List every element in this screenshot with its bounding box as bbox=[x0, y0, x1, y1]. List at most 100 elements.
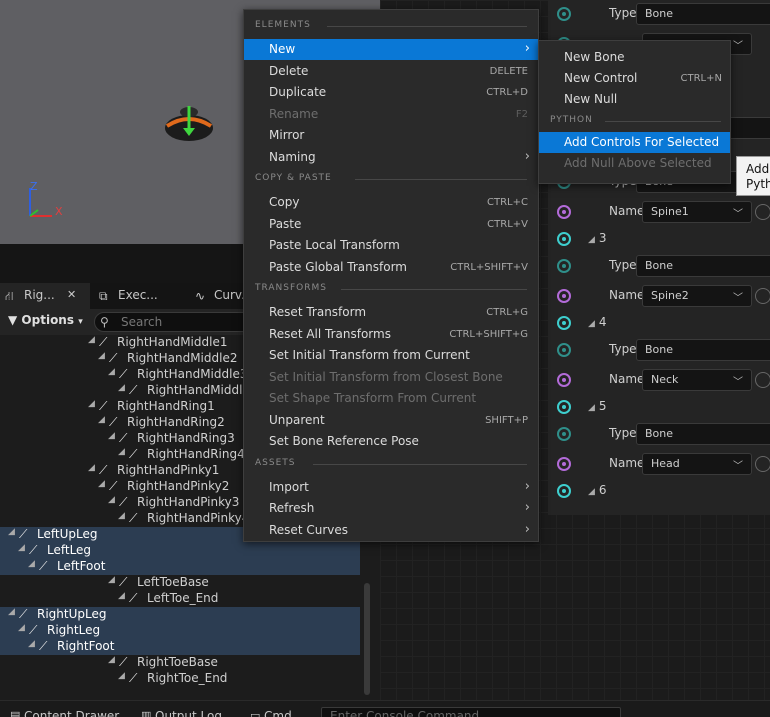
menu-item-paste-global-transform[interactable]: Paste Global Transform CTRL+SHIFT+V bbox=[244, 257, 538, 278]
expand-arrow-icon[interactable]: ◢ bbox=[118, 591, 125, 601]
viewport-mesh[interactable] bbox=[163, 104, 215, 144]
array-index[interactable]: ◢ 5 bbox=[588, 399, 607, 413]
menu-item-naming[interactable]: Naming › bbox=[244, 147, 538, 168]
bone-icon: ⟋ bbox=[129, 671, 138, 685]
submenu-item-new-control[interactable]: New Control CTRL+N bbox=[539, 68, 730, 89]
pin-icon[interactable] bbox=[557, 427, 571, 441]
menu-item-refresh[interactable]: Refresh › bbox=[244, 498, 538, 519]
expand-arrow-icon[interactable]: ◢ bbox=[18, 623, 25, 633]
tree-item-label: RightToeBase bbox=[137, 655, 218, 669]
menu-item-label: Copy bbox=[269, 195, 300, 209]
tree-row[interactable]: ◢ ⟋ RightFoot bbox=[0, 639, 360, 655]
type-dropdown[interactable]: Bone bbox=[636, 339, 770, 361]
output-log-button[interactable]: ▥ Output Log bbox=[141, 709, 222, 717]
expand-arrow-icon[interactable]: ◢ bbox=[28, 639, 35, 649]
menu-item-reset-all-transforms[interactable]: Reset All Transforms CTRL+SHIFT+G bbox=[244, 324, 538, 345]
tree-row[interactable]: ◢ ⟋ LeftLeg bbox=[0, 543, 360, 559]
expand-arrow-icon[interactable]: ◢ bbox=[88, 399, 95, 409]
array-index[interactable]: ◢ 6 bbox=[588, 483, 607, 497]
details-row: Name Neck ﹀ bbox=[548, 368, 770, 392]
expand-arrow-icon[interactable]: ◢ bbox=[108, 575, 115, 585]
pin-icon[interactable] bbox=[557, 484, 571, 498]
options-button[interactable]: ▼ Options ▾ bbox=[8, 313, 83, 327]
tree-row[interactable]: ◢ ⟋ RightToeBase bbox=[0, 655, 360, 671]
menu-item-import[interactable]: Import › bbox=[244, 477, 538, 498]
menu-item-unparent[interactable]: Unparent SHIFT+P bbox=[244, 410, 538, 431]
menu-item-set-bone-reference-pose[interactable]: Set Bone Reference Pose bbox=[244, 431, 538, 452]
submenu-item-new-null[interactable]: New Null bbox=[539, 89, 730, 110]
menu-item-paste-local-transform[interactable]: Paste Local Transform bbox=[244, 235, 538, 256]
tab-rig-hierarchy[interactable]: ⛙ Rig... ✕ bbox=[0, 283, 90, 309]
pin-icon[interactable] bbox=[557, 7, 571, 21]
pin-icon[interactable] bbox=[557, 400, 571, 414]
type-dropdown[interactable]: Bone bbox=[636, 423, 770, 445]
submenu-item-new-bone[interactable]: New Bone bbox=[539, 47, 730, 68]
name-dropdown[interactable]: Spine2 ﹀ bbox=[642, 285, 752, 307]
expand-arrow-icon[interactable]: ◢ bbox=[98, 479, 105, 489]
reset-icon[interactable] bbox=[755, 204, 770, 220]
tree-row[interactable]: ◢ ⟋ RightUpLeg bbox=[0, 607, 360, 623]
reset-icon[interactable] bbox=[755, 456, 770, 472]
tree-item-label: RightLeg bbox=[47, 623, 101, 637]
expand-arrow-icon[interactable]: ◢ bbox=[118, 447, 125, 457]
expand-arrow-icon[interactable]: ◢ bbox=[8, 607, 15, 617]
tree-scrollbar[interactable] bbox=[364, 583, 370, 695]
menu-section-title: TRANSFORMS bbox=[255, 283, 327, 293]
reset-icon[interactable] bbox=[755, 288, 770, 304]
close-icon[interactable]: ✕ bbox=[67, 288, 76, 301]
expand-arrow-icon[interactable]: ◢ bbox=[108, 431, 115, 441]
tree-row[interactable]: ◢ ⟋ LeftToe_End bbox=[0, 591, 360, 607]
tree-row[interactable]: ◢ ⟋ RightToe_End bbox=[0, 671, 360, 687]
tree-row[interactable]: ◢ ⟋ LeftToeBase bbox=[0, 575, 360, 591]
array-index[interactable]: ◢ 4 bbox=[588, 315, 607, 329]
expand-arrow-icon[interactable]: ◢ bbox=[108, 495, 115, 505]
expand-arrow-icon[interactable]: ◢ bbox=[108, 655, 115, 665]
expand-arrow-icon[interactable]: ◢ bbox=[108, 367, 115, 377]
type-dropdown[interactable]: Bone bbox=[636, 3, 770, 25]
chevron-down-icon: ﹀ bbox=[733, 41, 743, 52]
tab-execution[interactable]: ⧉ Exec... bbox=[94, 283, 186, 309]
pin-icon[interactable] bbox=[557, 232, 571, 246]
expand-arrow-icon[interactable]: ◢ bbox=[118, 383, 125, 393]
tooltip: Add Pyth bbox=[736, 156, 770, 196]
name-dropdown[interactable]: Head ﹀ bbox=[642, 453, 752, 475]
menu-item-paste[interactable]: Paste CTRL+V bbox=[244, 214, 538, 235]
menu-item-duplicate[interactable]: Duplicate CTRL+D bbox=[244, 82, 538, 103]
menu-item-copy[interactable]: Copy CTRL+C bbox=[244, 192, 538, 213]
console-input[interactable]: Enter Console Command bbox=[321, 707, 621, 717]
expand-arrow-icon[interactable]: ◢ bbox=[98, 351, 105, 361]
expand-arrow-icon[interactable]: ◢ bbox=[118, 511, 125, 521]
type-dropdown[interactable]: Bone bbox=[636, 255, 770, 277]
expand-arrow-icon[interactable]: ◢ bbox=[8, 527, 15, 537]
menu-divider bbox=[605, 121, 721, 122]
pin-icon[interactable] bbox=[557, 259, 571, 273]
pin-icon[interactable] bbox=[557, 205, 571, 219]
expand-arrow-icon[interactable]: ◢ bbox=[28, 559, 35, 569]
pin-icon[interactable] bbox=[557, 457, 571, 471]
pin-icon[interactable] bbox=[557, 289, 571, 303]
name-dropdown[interactable]: Spine1 ﹀ bbox=[642, 201, 752, 223]
menu-item-set-initial-transform-from-current[interactable]: Set Initial Transform from Current bbox=[244, 345, 538, 366]
expand-arrow-icon[interactable]: ◢ bbox=[118, 671, 125, 681]
expand-arrow-icon[interactable]: ◢ bbox=[88, 335, 95, 345]
submenu-item-add-controls-for-selected[interactable]: Add Controls For Selected bbox=[539, 132, 730, 153]
menu-item-mirror[interactable]: Mirror bbox=[244, 125, 538, 146]
reset-icon[interactable] bbox=[755, 372, 770, 388]
pin-icon[interactable] bbox=[557, 343, 571, 357]
expand-arrow-icon[interactable]: ◢ bbox=[98, 415, 105, 425]
menu-item-new[interactable]: New › bbox=[244, 39, 538, 60]
tree-row[interactable]: ◢ ⟋ LeftFoot bbox=[0, 559, 360, 575]
expand-arrow-icon[interactable]: ◢ bbox=[18, 543, 25, 553]
name-dropdown[interactable]: Neck ﹀ bbox=[642, 369, 752, 391]
expand-arrow-icon[interactable]: ◢ bbox=[88, 463, 95, 473]
menu-item-delete[interactable]: Delete DELETE bbox=[244, 61, 538, 82]
menu-item-reset-transform[interactable]: Reset Transform CTRL+G bbox=[244, 302, 538, 323]
tree-row[interactable]: ◢ ⟋ RightLeg bbox=[0, 623, 360, 639]
content-drawer-button[interactable]: ▤ Content Drawer bbox=[10, 709, 119, 717]
array-index[interactable]: ◢ 3 bbox=[588, 231, 607, 245]
details-row: ◢ 3 bbox=[548, 227, 770, 251]
pin-icon[interactable] bbox=[557, 316, 571, 330]
cmd-button[interactable]: ▭ Cmd bbox=[250, 709, 292, 717]
menu-item-reset-curves[interactable]: Reset Curves › bbox=[244, 520, 538, 541]
pin-icon[interactable] bbox=[557, 373, 571, 387]
